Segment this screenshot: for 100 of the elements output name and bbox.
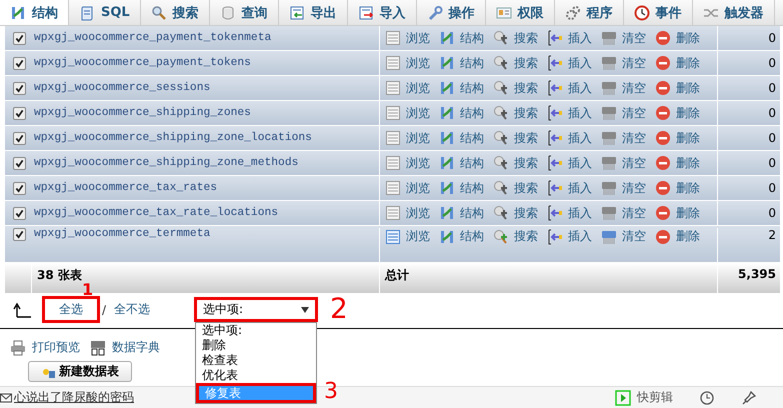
browse-link[interactable]: 浏览 bbox=[406, 154, 430, 172]
table-icon[interactable] bbox=[385, 180, 401, 196]
tab[interactable]: 触发器 bbox=[692, 0, 775, 25]
clock-icon[interactable] bbox=[699, 390, 715, 406]
browse-link[interactable]: 浏览 bbox=[406, 180, 430, 196]
table-name[interactable]: wpxgj_woocommerce_tax_rate_locations bbox=[34, 207, 278, 219]
shredder-icon[interactable] bbox=[601, 30, 617, 46]
shredder-icon[interactable] bbox=[601, 105, 617, 121]
tab[interactable]: 权限 bbox=[486, 0, 555, 25]
minus-circle-icon[interactable] bbox=[655, 228, 671, 244]
structure-icon[interactable] bbox=[439, 130, 455, 146]
dropdown-option[interactable]: 修复表 bbox=[196, 383, 316, 403]
magnifier-icon[interactable] bbox=[493, 105, 509, 121]
insert-icon[interactable] bbox=[547, 130, 563, 146]
checkbox[interactable] bbox=[13, 228, 26, 241]
empty-link[interactable]: 清空 bbox=[622, 228, 646, 245]
empty-link[interactable]: 清空 bbox=[622, 130, 646, 146]
magnifier-icon[interactable] bbox=[493, 180, 509, 196]
drop-link[interactable]: 删除 bbox=[676, 130, 700, 146]
empty-link[interactable]: 清空 bbox=[622, 54, 646, 72]
drop-link[interactable]: 删除 bbox=[676, 30, 700, 46]
minus-circle-icon[interactable] bbox=[655, 205, 671, 221]
table-icon[interactable] bbox=[385, 55, 401, 71]
tab[interactable]: 导出 bbox=[278, 0, 348, 25]
table-name[interactable]: wpxgj_woocommerce_shipping_zones bbox=[34, 107, 251, 119]
table-name[interactable]: wpxgj_woocommerce_payment_tokens bbox=[34, 57, 251, 69]
browse-link[interactable]: 浏览 bbox=[406, 228, 430, 245]
insert-icon[interactable] bbox=[547, 205, 563, 221]
browse-link[interactable]: 浏览 bbox=[406, 30, 430, 46]
table-icon[interactable] bbox=[385, 205, 401, 221]
dropdown-option[interactable]: 优化表 bbox=[196, 368, 316, 383]
tab[interactable]: 查询 bbox=[210, 0, 279, 25]
insert-link[interactable]: 插入 bbox=[568, 204, 592, 222]
browse-link[interactable]: 浏览 bbox=[406, 104, 430, 122]
structure-link[interactable]: 结构 bbox=[460, 154, 484, 172]
magnifier-icon[interactable] bbox=[493, 80, 509, 96]
insert-icon[interactable] bbox=[547, 55, 563, 71]
insert-link[interactable]: 插入 bbox=[568, 154, 592, 172]
structure-link[interactable]: 结构 bbox=[460, 30, 484, 46]
structure-icon[interactable] bbox=[439, 155, 455, 171]
structure-link[interactable]: 结构 bbox=[460, 204, 484, 222]
drop-link[interactable]: 删除 bbox=[676, 80, 700, 96]
insert-icon[interactable] bbox=[547, 155, 563, 171]
shredder-icon[interactable] bbox=[601, 80, 617, 96]
insert-icon[interactable] bbox=[547, 105, 563, 121]
checkbox[interactable] bbox=[13, 156, 26, 170]
clip-label[interactable]: 快剪辑 bbox=[637, 389, 673, 406]
drop-link[interactable]: 删除 bbox=[676, 154, 700, 172]
dropdown-option[interactable]: 选中项: bbox=[196, 323, 316, 338]
empty-link[interactable]: 清空 bbox=[622, 104, 646, 122]
magnifier-icon[interactable] bbox=[493, 30, 509, 46]
structure-link[interactable]: 结构 bbox=[460, 180, 484, 196]
tab[interactable]: SQL bbox=[69, 0, 141, 25]
structure-icon[interactable] bbox=[439, 80, 455, 96]
table-name[interactable]: wpxgj_woocommerce_termmeta bbox=[34, 228, 210, 240]
search-link[interactable]: 搜索 bbox=[514, 30, 538, 46]
insert-link[interactable]: 插入 bbox=[568, 228, 592, 245]
drop-link[interactable]: 删除 bbox=[676, 54, 700, 72]
checkbox[interactable] bbox=[13, 56, 26, 70]
shredder-icon[interactable] bbox=[601, 55, 617, 71]
search-link[interactable]: 搜索 bbox=[514, 80, 538, 96]
shredder-icon[interactable] bbox=[601, 155, 617, 171]
print-link[interactable]: 打印预览 bbox=[32, 339, 80, 356]
minus-circle-icon[interactable] bbox=[655, 155, 671, 171]
table-icon[interactable] bbox=[385, 105, 401, 121]
search-link[interactable]: 搜索 bbox=[514, 180, 538, 196]
table-name[interactable]: wpxgj_woocommerce_tax_rates bbox=[34, 182, 218, 194]
check-all-link[interactable]: 全选 bbox=[42, 296, 100, 323]
tab[interactable]: 事件 bbox=[624, 0, 693, 25]
checkbox[interactable] bbox=[13, 132, 26, 144]
insert-link[interactable]: 插入 bbox=[568, 130, 592, 146]
pin-icon[interactable] bbox=[741, 390, 757, 406]
empty-link[interactable]: 清空 bbox=[622, 154, 646, 172]
search-link[interactable]: 搜索 bbox=[514, 228, 538, 245]
shredder-icon[interactable] bbox=[601, 228, 617, 244]
browse-link[interactable]: 浏览 bbox=[406, 54, 430, 72]
checkbox[interactable] bbox=[13, 182, 26, 194]
play-icon[interactable] bbox=[615, 390, 631, 406]
table-name[interactable]: wpxgj_woocommerce_payment_tokenmeta bbox=[34, 32, 272, 44]
structure-link[interactable]: 结构 bbox=[460, 228, 484, 245]
drop-link[interactable]: 删除 bbox=[676, 228, 700, 245]
insert-icon[interactable] bbox=[547, 30, 563, 46]
empty-link[interactable]: 清空 bbox=[622, 30, 646, 46]
search-link[interactable]: 搜索 bbox=[514, 204, 538, 222]
minus-circle-icon[interactable] bbox=[655, 105, 671, 121]
table-icon[interactable] bbox=[385, 130, 401, 146]
browse-link[interactable]: 浏览 bbox=[406, 80, 430, 96]
structure-icon[interactable] bbox=[439, 105, 455, 121]
drop-link[interactable]: 删除 bbox=[676, 104, 700, 122]
table-icon[interactable] bbox=[385, 228, 401, 244]
minus-circle-icon[interactable] bbox=[655, 180, 671, 196]
browse-link[interactable]: 浏览 bbox=[406, 130, 430, 146]
uncheck-all-link[interactable]: 全不选 bbox=[114, 301, 150, 318]
table-icon[interactable] bbox=[385, 155, 401, 171]
dropdown-option[interactable]: 删除 bbox=[196, 338, 316, 353]
search-link[interactable]: 搜索 bbox=[514, 154, 538, 172]
new-table-button[interactable]: 新建数据表 bbox=[28, 361, 132, 382]
dictionary-link[interactable]: 数据字典 bbox=[112, 339, 160, 356]
tab[interactable]: 结构 bbox=[0, 0, 69, 25]
table-name[interactable]: wpxgj_woocommerce_sessions bbox=[34, 82, 210, 94]
